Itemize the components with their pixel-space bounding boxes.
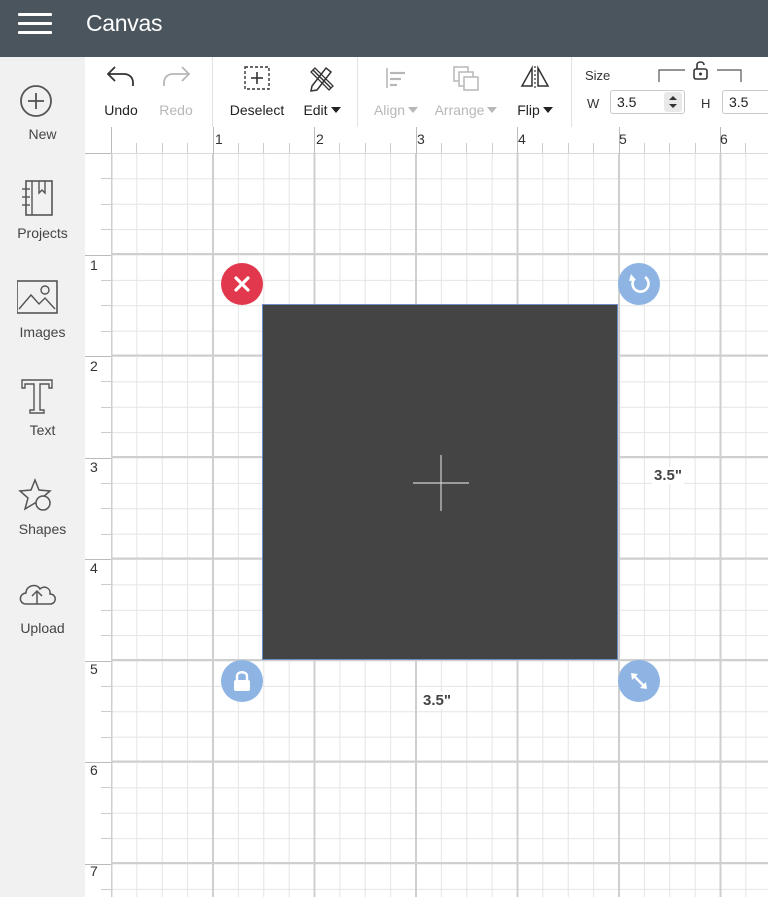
chevron-down-icon bbox=[542, 107, 553, 113]
sidebar-item-projects[interactable]: Projects bbox=[0, 179, 85, 263]
sidebar-label-new: New bbox=[28, 126, 57, 142]
ruler-top-label: 1 bbox=[215, 131, 223, 147]
ruler-top: 1 2 3 4 5 6 bbox=[111, 127, 768, 154]
edit-toolbar: Undo Redo Deselect Edit Align Arrange Fl… bbox=[85, 57, 768, 128]
menu-hamburger-icon[interactable] bbox=[18, 11, 54, 37]
flip-label-text: Flip bbox=[517, 102, 540, 118]
sidebar-label-images: Images bbox=[19, 324, 66, 340]
edit-label-text: Edit bbox=[303, 102, 328, 118]
center-crosshair-icon bbox=[413, 455, 469, 511]
chevron-down-icon bbox=[330, 107, 341, 113]
left-sidebar: New Projects Images Text Shapes Upload bbox=[0, 57, 86, 897]
sidebar-item-text[interactable]: Text bbox=[0, 377, 85, 461]
rotate-handle[interactable] bbox=[618, 263, 660, 305]
redo-button[interactable]: Redo bbox=[151, 57, 201, 127]
sidebar-label-shapes: Shapes bbox=[18, 521, 67, 537]
sidebar-item-images[interactable]: Images bbox=[0, 279, 85, 363]
height-dimension-label: 3.5" bbox=[652, 467, 684, 484]
edit-pencil-ruler-icon bbox=[310, 66, 334, 92]
resize-handle[interactable] bbox=[618, 660, 660, 702]
width-stepper[interactable] bbox=[664, 92, 682, 112]
height-label: H bbox=[701, 96, 711, 111]
close-icon bbox=[234, 276, 250, 292]
ruler-top-label: 3 bbox=[417, 131, 425, 147]
text-t-icon bbox=[21, 379, 53, 414]
top-bar: Canvas bbox=[0, 0, 768, 57]
sidebar-label-projects: Projects bbox=[17, 225, 68, 241]
size-bracket-right bbox=[717, 69, 742, 82]
align-icon bbox=[386, 68, 405, 88]
align-dropdown[interactable]: Align bbox=[367, 57, 425, 127]
flip-label: Flip bbox=[509, 102, 561, 118]
undo-arrow-icon bbox=[106, 66, 134, 86]
sidebar-item-upload[interactable]: Upload bbox=[0, 577, 85, 661]
redo-label: Redo bbox=[159, 102, 193, 118]
arrange-label-text: Arrange bbox=[434, 102, 485, 118]
unlock-icon[interactable] bbox=[691, 60, 711, 80]
ruler-top-label: 6 bbox=[720, 131, 728, 147]
flip-dropdown[interactable]: Flip bbox=[509, 57, 561, 127]
edit-dropdown[interactable]: Edit bbox=[297, 57, 347, 127]
ruler-left-label: 7 bbox=[90, 863, 98, 879]
ruler-corner bbox=[85, 127, 111, 153]
sidebar-label-text: Text bbox=[29, 422, 56, 438]
ruler-left-ticks bbox=[85, 153, 111, 890]
size-label: Size bbox=[585, 68, 611, 83]
shapes-icon bbox=[18, 477, 52, 511]
toolbar-divider bbox=[357, 57, 358, 127]
resize-arrows-icon bbox=[631, 673, 647, 689]
chevron-down-icon bbox=[408, 107, 419, 113]
width-label: W bbox=[587, 96, 600, 111]
lock-icon bbox=[234, 671, 250, 691]
height-input[interactable] bbox=[722, 90, 768, 114]
app-title: Canvas bbox=[86, 10, 163, 36]
ruler-top-label: 4 bbox=[518, 131, 526, 147]
size-bracket-left bbox=[658, 69, 685, 82]
projects-book-icon bbox=[22, 180, 53, 216]
edit-label: Edit bbox=[297, 102, 347, 118]
arrange-dropdown[interactable]: Arrange bbox=[431, 57, 501, 127]
image-icon bbox=[17, 280, 58, 314]
sidebar-label-upload: Upload bbox=[20, 620, 65, 636]
selected-square-shape[interactable] bbox=[262, 304, 618, 660]
deselect-button[interactable]: Deselect bbox=[225, 57, 289, 127]
ruler-left-label: 6 bbox=[90, 762, 98, 778]
ruler-top-label: 5 bbox=[619, 131, 627, 147]
cloud-upload-icon bbox=[19, 584, 56, 605]
undo-label: Undo bbox=[104, 102, 138, 118]
sidebar-item-new[interactable]: New bbox=[0, 85, 85, 169]
lock-handle[interactable] bbox=[221, 660, 263, 702]
arrange-label: Arrange bbox=[431, 102, 501, 118]
sidebar-item-shapes[interactable]: Shapes bbox=[0, 477, 85, 561]
deselect-label: Deselect bbox=[229, 102, 285, 118]
toolbar-divider bbox=[212, 57, 213, 127]
align-label-text: Align bbox=[373, 102, 406, 118]
width-dimension-label: 3.5" bbox=[421, 692, 453, 709]
ruler-left-label: 2 bbox=[90, 358, 98, 374]
ruler-left-label: 1 bbox=[90, 257, 98, 273]
ruler-left-label: 5 bbox=[90, 661, 98, 677]
plus-circle-icon bbox=[20, 85, 52, 117]
align-label: Align bbox=[367, 102, 425, 118]
delete-handle[interactable] bbox=[221, 263, 263, 305]
redo-arrow-icon bbox=[163, 66, 191, 86]
stepper-arrows-icon bbox=[669, 96, 677, 108]
ruler-left: 1 2 3 4 5 6 7 bbox=[85, 153, 112, 897]
toolbar-divider bbox=[571, 57, 572, 127]
chevron-down-icon bbox=[487, 107, 498, 113]
deselect-icon bbox=[244, 66, 270, 90]
ruler-left-label: 3 bbox=[90, 459, 98, 475]
undo-button[interactable]: Undo bbox=[95, 57, 147, 127]
rotate-icon bbox=[629, 274, 650, 293]
ruler-left-label: 4 bbox=[90, 560, 98, 576]
ruler-top-label: 2 bbox=[316, 131, 324, 147]
arrange-layers-icon bbox=[453, 66, 479, 91]
ruler-top-ticks bbox=[111, 127, 746, 153]
flip-icon bbox=[520, 65, 550, 90]
